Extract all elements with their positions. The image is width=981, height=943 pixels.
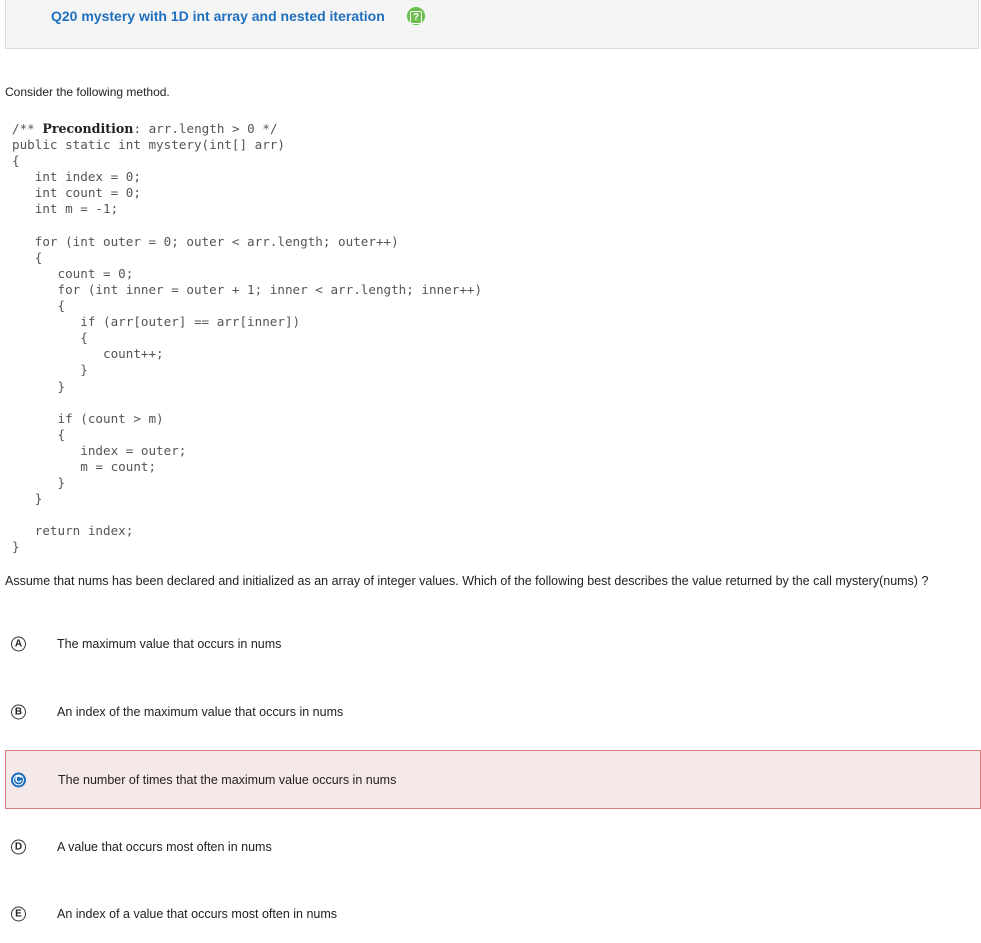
code-block: /** Precondition: arr.length > 0 */ publ… (12, 121, 482, 556)
code-line: { (57, 426, 66, 442)
code-line: { (80, 330, 88, 346)
code-line: if (arr[outer] == arr[inner]) (80, 314, 301, 330)
option-d[interactable]: D A value that occurs most often in nums (0, 817, 981, 876)
code-line: } (34, 491, 43, 507)
code-line: m = count; (80, 458, 157, 474)
option-b-text[interactable]: An index of the maximum value that occur… (57, 705, 343, 719)
code-line: } (57, 378, 66, 394)
code-line: } (80, 362, 88, 378)
code-line: int index = 0; (34, 169, 141, 185)
code-comment-open: /** (12, 121, 43, 136)
question-title: Q20 mystery with 1D int array and nested… (51, 8, 385, 24)
code-line: for (int outer = 0; outer < arr.length; … (34, 233, 399, 249)
option-a-badge[interactable]: A (11, 636, 26, 651)
option-a[interactable]: A The maximum value that occurs in nums (0, 614, 981, 673)
option-b-badge[interactable]: B (11, 704, 26, 719)
option-e-text[interactable]: An index of a value that occurs most oft… (57, 907, 337, 921)
option-e[interactable]: E An index of a value that occurs most o… (0, 884, 981, 943)
question-text: Assume that nums has been declared and i… (5, 574, 929, 588)
code-line: { (12, 153, 20, 169)
code-line: { (57, 298, 66, 314)
code-line: count = 0; (57, 265, 134, 281)
code-line: int m = -1; (34, 201, 119, 217)
code-line: if (count > m) (57, 410, 164, 426)
code-line: index = outer; (80, 442, 187, 458)
option-a-text[interactable]: The maximum value that occurs in nums (57, 637, 281, 651)
code-comment-keyword: Precondition (42, 121, 134, 136)
code-line: for (int inner = outer + 1; inner < arr.… (57, 281, 483, 297)
code-line: { (34, 249, 43, 265)
option-d-text[interactable]: A value that occurs most often in nums (57, 840, 272, 854)
help-icon[interactable]: ? (407, 7, 425, 25)
code-comment-rest: : arr.length > 0 */ (133, 121, 278, 136)
option-d-badge[interactable]: D (11, 839, 26, 854)
question-header: Q20 mystery with 1D int array and nested… (5, 0, 979, 49)
code-line: return index; (34, 523, 134, 539)
code-line: int count = 0; (34, 185, 141, 201)
code-line: count++; (102, 346, 164, 362)
option-c-text[interactable]: The number of times that the maximum val… (58, 773, 396, 787)
option-e-badge[interactable]: E (11, 906, 26, 921)
code-line: } (12, 539, 20, 555)
code-lines: public static int mystery(int[] arr) { i… (12, 137, 482, 554)
code-line: public static int mystery(int[] arr) (12, 137, 285, 153)
intro-text: Consider the following method. (5, 85, 170, 99)
option-b[interactable]: B An index of the maximum value that occ… (0, 682, 981, 741)
option-c[interactable]: C The number of times that the maximum v… (5, 750, 981, 809)
code-line: } (57, 475, 66, 491)
option-c-badge[interactable]: C (11, 772, 26, 787)
